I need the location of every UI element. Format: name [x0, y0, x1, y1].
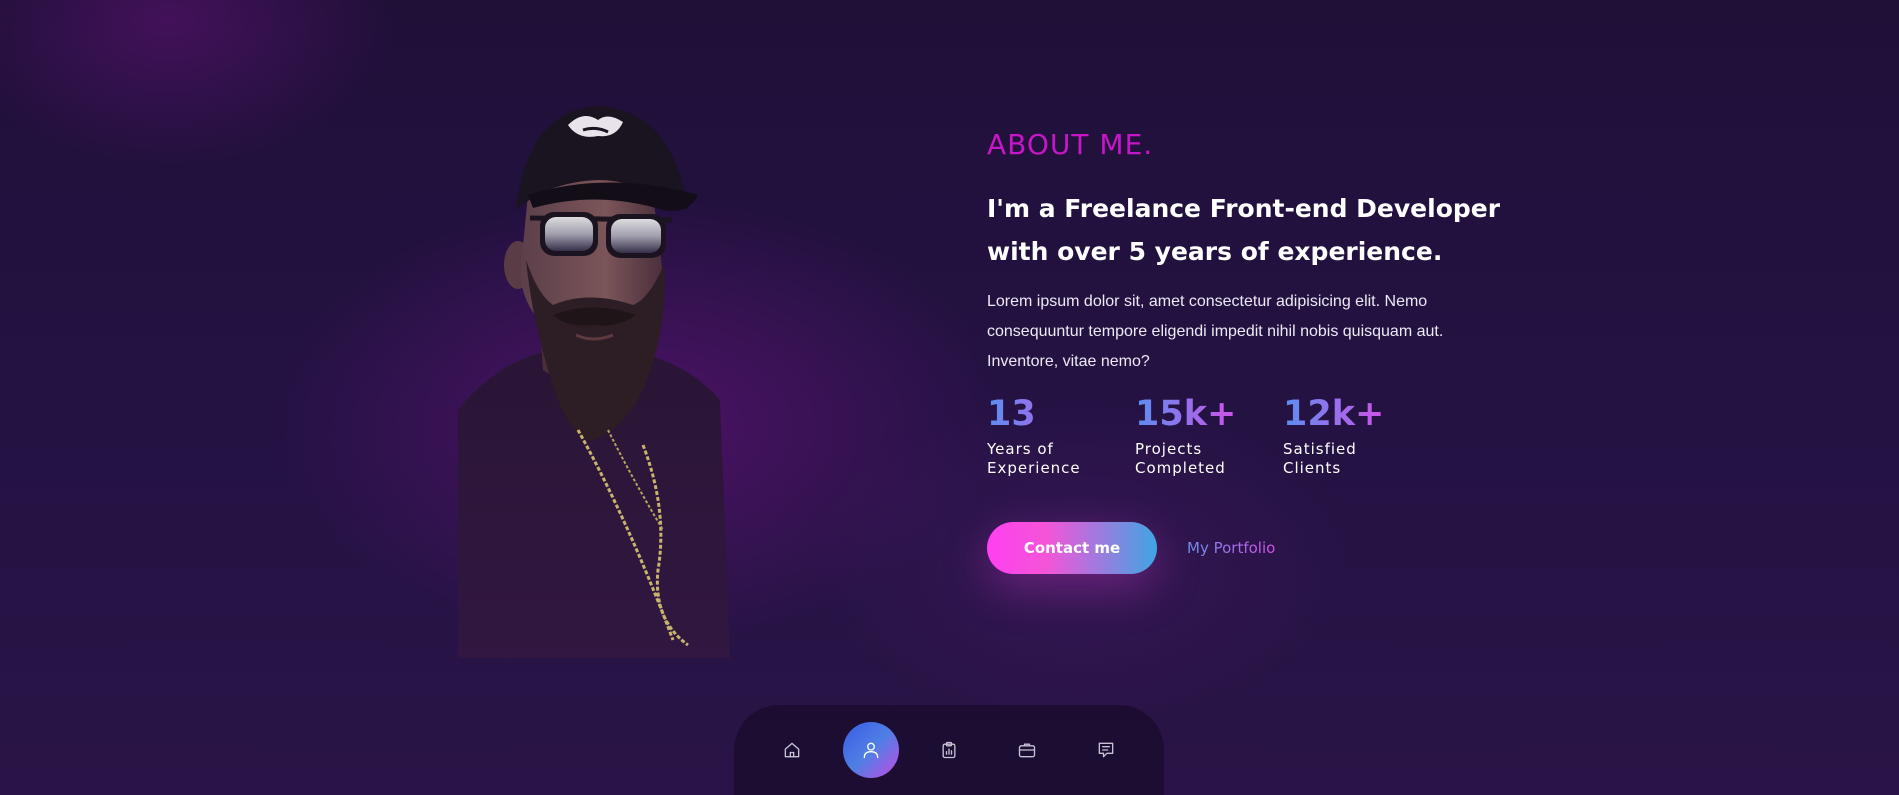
stat-projects: 15k+ Projects Completed [1135, 396, 1245, 478]
stat-clients: 12k+ Satisfied Clients [1283, 396, 1393, 478]
profile-photo [458, 100, 730, 658]
nav-item-home[interactable] [764, 722, 820, 778]
user-icon [863, 742, 878, 759]
nav-item-experience[interactable] [921, 722, 977, 778]
actions-row: Contact me My Portfolio [987, 521, 1527, 574]
stat-number: 15k+ [1135, 396, 1245, 432]
stat-label: Projects Completed [1135, 439, 1226, 477]
about-description: Lorem ipsum dolor sit, amet consectetur … [987, 292, 1444, 370]
stat-number: 12k+ [1283, 396, 1393, 432]
nav-item-about[interactable] [842, 722, 899, 778]
contact-button[interactable]: Contact me [987, 521, 1157, 574]
stat-number: 13 [987, 396, 1097, 432]
about-heading: ABOUT ME. [987, 128, 1154, 161]
briefcase-icon [1019, 743, 1036, 758]
about-subheading: I'm a Freelance Front-end Developer with… [987, 193, 1501, 266]
nav-item-services[interactable] [999, 722, 1055, 778]
about-section: ABOUT ME. I'm a Freelance Front-end Deve… [987, 128, 1527, 574]
bottom-nav [734, 705, 1164, 795]
stats-row: 13 Years of Experience 15k+ Projects Com… [987, 396, 1527, 478]
nav-item-contact[interactable] [1078, 722, 1134, 778]
stat-years: 13 Years of Experience [987, 396, 1097, 478]
portfolio-link[interactable]: My Portfolio [1187, 539, 1275, 557]
stat-label: Years of Experience [987, 439, 1081, 477]
message-icon [1098, 742, 1113, 758]
stat-label: Satisfied Clients [1283, 439, 1357, 477]
clipboard-chart-icon [942, 741, 956, 759]
home-icon [784, 742, 800, 758]
